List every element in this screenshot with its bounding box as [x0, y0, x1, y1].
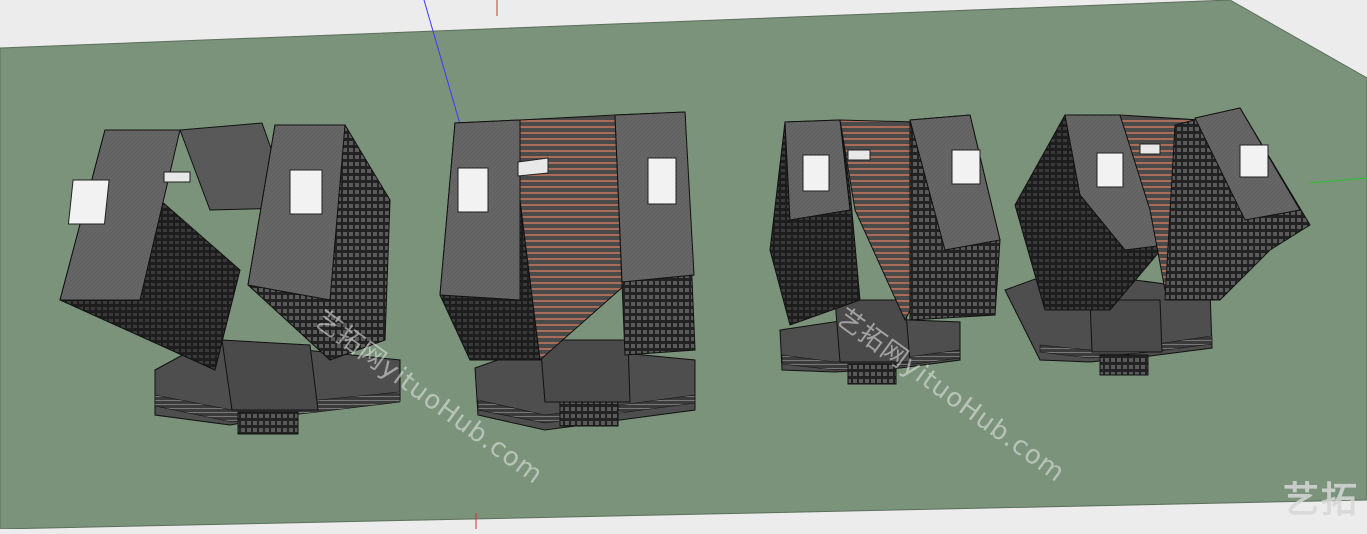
model-viewport[interactable]: 艺拓网yituoHub.com 艺拓网yituoHub.com 艺拓 [0, 0, 1367, 530]
scene-canvas [0, 0, 1367, 530]
watermark-logo: 艺拓 [1282, 480, 1359, 521]
building-2 [439, 111, 696, 431]
